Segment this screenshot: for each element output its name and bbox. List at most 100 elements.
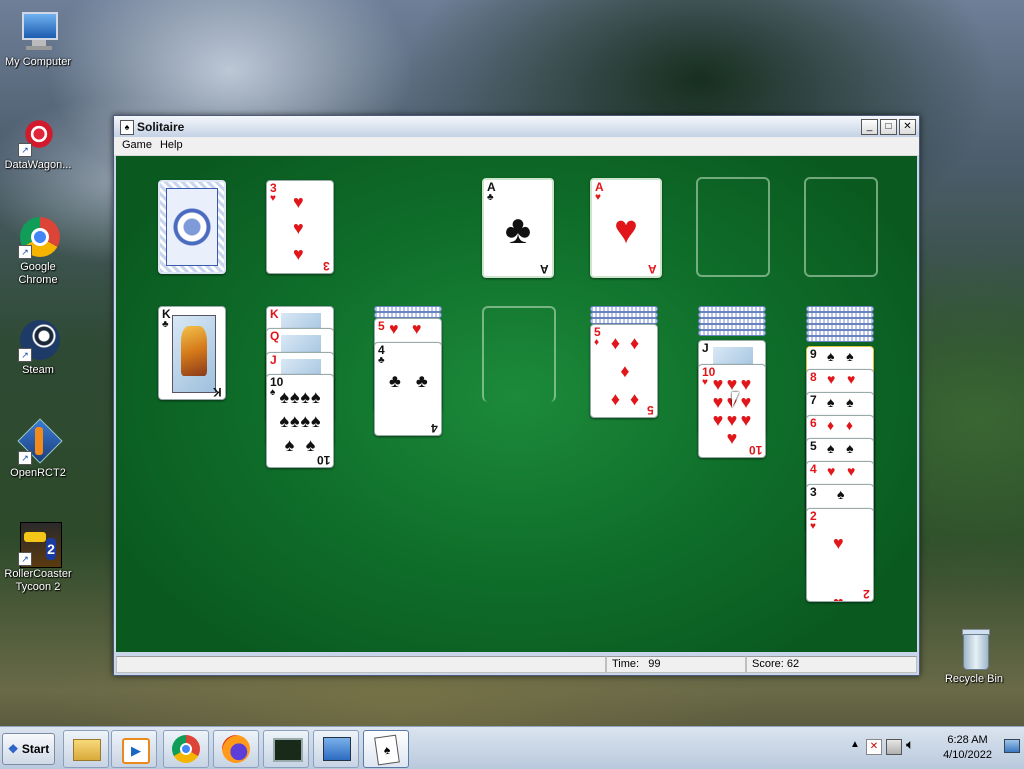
datawagon-icon: ↗ xyxy=(16,113,60,157)
folder-icon xyxy=(73,739,101,761)
tableau-6-card[interactable]: 10 ♥ ♥ ♥ ♥ ♥ ♥ ♥ ♥ ♥ ♥ ♥ 10 xyxy=(698,364,766,458)
desktop-icon-steam[interactable]: ↗ Steam xyxy=(0,318,76,377)
desktop-icon-datawagon[interactable]: ↗ DataWagon... xyxy=(0,113,76,172)
control-panel-icon xyxy=(323,737,351,761)
tableau-4-empty[interactable] xyxy=(482,306,556,402)
taskbar-chrome[interactable] xyxy=(163,730,209,768)
club-icon: ♣ xyxy=(504,208,532,252)
card-rank: 8 xyxy=(810,370,817,384)
face-down-card xyxy=(806,336,874,342)
menu-game[interactable]: Game xyxy=(118,137,156,155)
card-rank: 3 xyxy=(810,485,817,499)
computer-icon xyxy=(16,10,60,54)
card-pips: ♦ ♦ ♦ ♦ ♦ xyxy=(610,333,640,409)
shortcut-arrow-icon: ↗ xyxy=(18,552,32,566)
system-tray: ▲ ✕ 🔈︎ 6:28 AM 4/10/2022 xyxy=(844,727,1024,769)
tableau-7-card[interactable]: 2 ♥ ♥♥ 2 xyxy=(806,508,874,602)
card-pips: ♠ ♠ ♠ ♠ ♠ ♠ ♠ ♠ ♠ ♠ xyxy=(279,387,321,455)
face-down-card xyxy=(698,330,766,336)
club-icon: ♣ xyxy=(378,355,385,366)
card-pips: ♥ ♥ ♥ ♥ ♥ ♥ ♥ ♥ ♥ ♥ xyxy=(712,374,752,448)
taskbar-firefox[interactable] xyxy=(213,730,259,768)
desktop-icon-label: Recycle Bin xyxy=(944,673,1004,685)
clock-time: 6:28 AM xyxy=(947,734,988,746)
status-bar: Time: 99 Score: 62 xyxy=(116,656,917,673)
status-empty xyxy=(116,656,606,673)
score-value: 62 xyxy=(786,658,800,670)
show-hidden-icons-icon[interactable]: ▲ xyxy=(850,739,860,750)
card-rank-bottom: 5 xyxy=(647,403,654,417)
start-button[interactable]: ❖ Start xyxy=(2,733,55,765)
window-titlebar[interactable]: ♠ Solitaire _ □ ✕ xyxy=(114,116,919,137)
foundation-1[interactable]: A ♣ ♣ A xyxy=(482,178,554,278)
desktop-icon-recycle-bin[interactable]: Recycle Bin xyxy=(936,627,1012,686)
card-rank: Q xyxy=(270,329,280,343)
action-center-icon[interactable]: ✕ xyxy=(866,739,882,755)
recycle-bin-icon xyxy=(952,627,996,671)
desktop-icon-label: Google Chrome xyxy=(18,261,58,286)
tableau-3-card[interactable]: 4 ♣ ♣ ♣♣ ♣ 4 xyxy=(374,342,442,436)
menu-help[interactable]: Help xyxy=(156,137,187,155)
score-display: Score: 62 xyxy=(746,656,917,673)
spade-icon: ♠ xyxy=(837,486,845,502)
taskbar-control-panel[interactable] xyxy=(313,730,359,768)
clock-date: 4/10/2022 xyxy=(943,749,992,761)
card-rank: 4 xyxy=(810,462,817,476)
card-rank-bottom: K xyxy=(213,385,222,399)
heart-icon: ♥ xyxy=(810,521,816,532)
taskbar: ❖ Start ▶ ♠ ▲ ✕ 🔈︎ 6:28 AM 4/10/2022 xyxy=(0,726,1024,769)
shortcut-arrow-icon: ↗ xyxy=(18,143,32,157)
waste-card[interactable]: 3 ♥ ♥ ♥ ♥ 3 xyxy=(266,180,334,274)
card-rank: K xyxy=(270,307,279,321)
desktop-icon-rollercoaster-tycoon-2[interactable]: 2 ↗ RollerCoaster Tycoon 2 xyxy=(0,522,76,594)
taskbar-solitaire[interactable]: ♠ xyxy=(363,730,409,768)
solitaire-window[interactable]: ♠ Solitaire _ □ ✕ Game Help 3 ♥ ♥ ♥ ♥ 3 A … xyxy=(113,115,920,676)
card-rank-bottom: 10 xyxy=(748,443,762,457)
stock-pile[interactable] xyxy=(158,180,226,274)
desktop-icon-label: My Computer xyxy=(4,56,72,68)
time-display: Time: 99 xyxy=(606,656,746,673)
desktop-icon-google-chrome[interactable]: ↗ Google Chrome xyxy=(0,215,76,287)
desktop-icon-label: OpenRCT2 xyxy=(10,467,66,479)
desktop-icon-my-computer[interactable]: My Computer xyxy=(0,10,76,69)
clock[interactable]: 6:28 AM 4/10/2022 xyxy=(943,733,992,763)
tableau-5-card[interactable]: 5 ♦ ♦ ♦ ♦ ♦ ♦ 5 xyxy=(590,324,658,418)
network-icon[interactable] xyxy=(886,739,902,755)
desktop-icon-label: Steam xyxy=(22,364,54,376)
heart-icon: ♥ xyxy=(595,192,601,203)
foundation-3-empty[interactable] xyxy=(696,177,770,277)
taskbar-task-manager[interactable] xyxy=(263,730,309,768)
steam-icon: ↗ xyxy=(16,318,60,362)
card-rank: 9 xyxy=(810,347,817,361)
close-button[interactable]: ✕ xyxy=(899,119,916,135)
tableau-2-card[interactable]: 10 ♠ ♠ ♠ ♠ ♠ ♠ ♠ ♠ ♠ ♠ ♠ 10 xyxy=(266,374,334,468)
heart-icon: ♥ ♥ xyxy=(827,371,856,387)
maximize-button[interactable]: □ xyxy=(880,119,897,135)
minimize-button[interactable]: _ xyxy=(861,119,878,135)
tableau-1-card[interactable]: K ♣ K xyxy=(158,306,226,400)
show-desktop-button[interactable] xyxy=(1004,739,1020,753)
card-rank: J xyxy=(702,341,709,355)
card-pips: ♥ ♥ ♥ xyxy=(293,192,304,264)
card-rank: 6 xyxy=(810,416,817,430)
time-value: 99 xyxy=(648,658,661,670)
desktop-icon-openrct2[interactable]: ↗ OpenRCT2 xyxy=(0,418,76,480)
club-icon: ♣ xyxy=(162,319,169,330)
diamond-icon: ♦ xyxy=(594,337,600,348)
desktop-icon-label: RollerCoaster Tycoon 2 xyxy=(4,568,72,593)
foundation-4-empty[interactable] xyxy=(804,177,878,277)
taskbar-explorer[interactable] xyxy=(63,730,109,768)
rct2-icon: 2 ↗ xyxy=(16,522,62,568)
taskbar-media[interactable]: ▶ xyxy=(111,730,157,768)
shortcut-arrow-icon: ↗ xyxy=(18,348,32,362)
volume-icon[interactable]: 🔈︎ xyxy=(906,736,914,753)
time-label: Time: xyxy=(612,658,640,670)
solitaire-icon: ♠ xyxy=(374,734,400,766)
card-rank-bottom: 2 xyxy=(863,587,870,601)
openrct2-icon: ↗ xyxy=(16,418,63,465)
game-table[interactable]: 3 ♥ ♥ ♥ ♥ 3 A ♣ ♣ A A ♥ ♥ A K ♣ K K Q J … xyxy=(116,156,917,652)
foundation-2[interactable]: A ♥ ♥ A xyxy=(590,178,662,278)
card-rank: 5 xyxy=(378,319,385,333)
heart-icon: ♥ ♥ xyxy=(389,321,422,338)
spade-icon: ♠ ♠ xyxy=(827,440,854,456)
